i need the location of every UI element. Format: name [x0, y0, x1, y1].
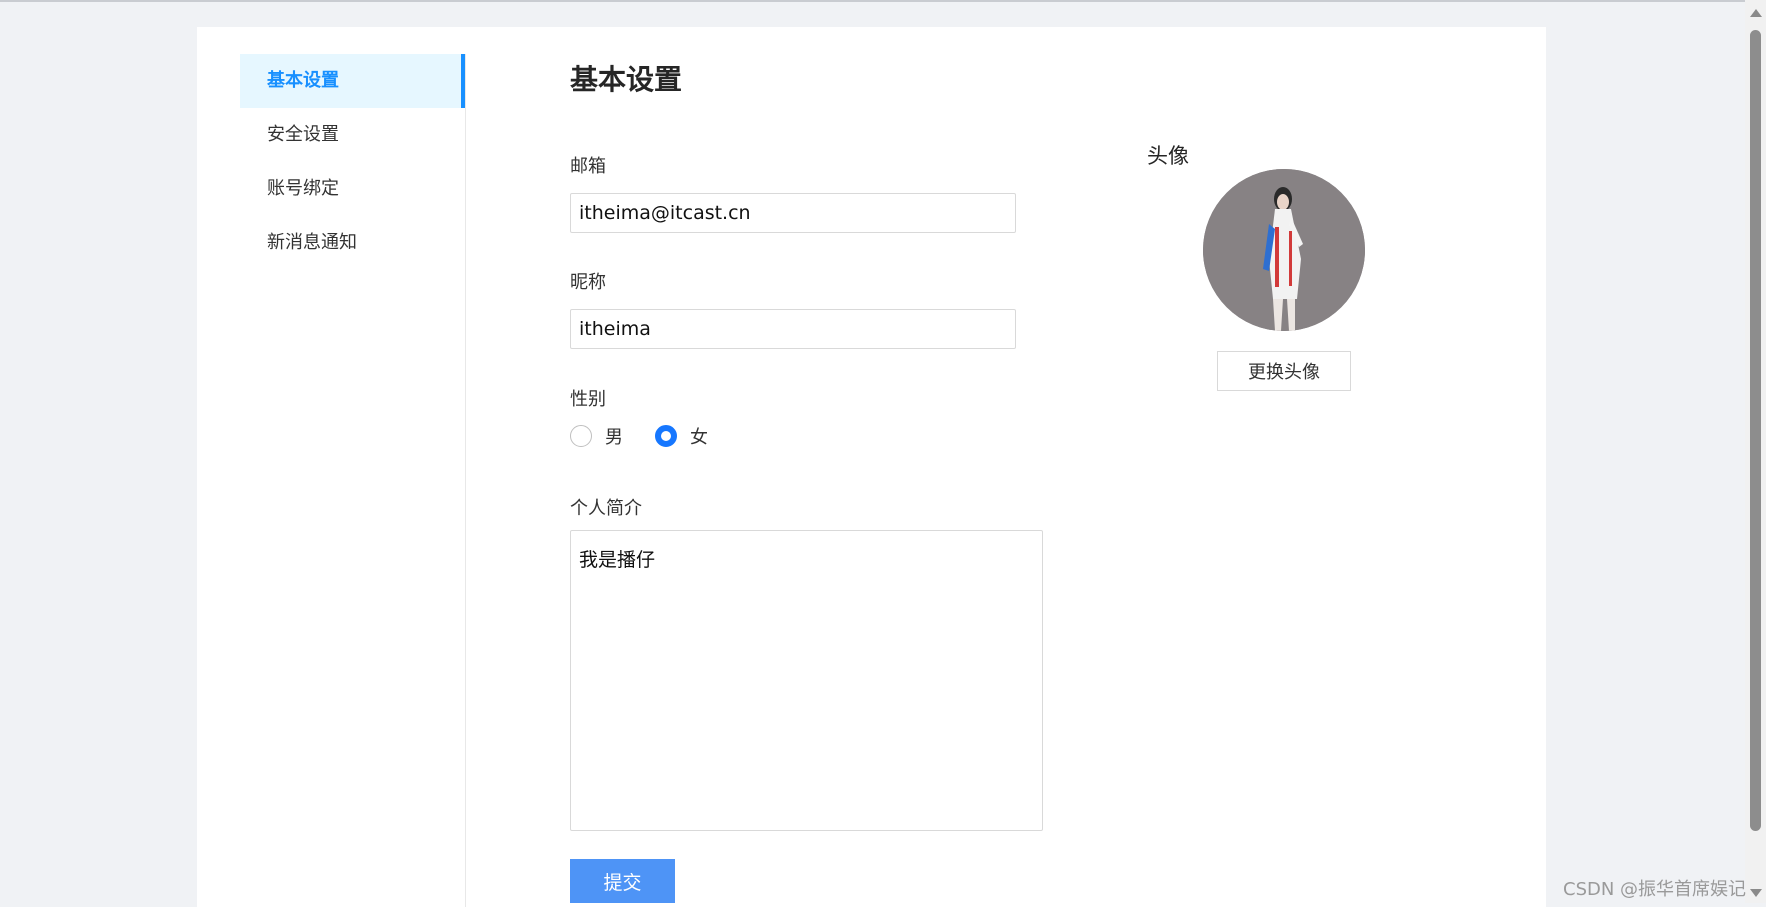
scroll-up-arrow-icon[interactable]	[1750, 9, 1762, 17]
bio-label: 个人简介	[570, 498, 642, 519]
browser-top-border	[0, 0, 1745, 2]
csdn-watermark: CSDN @振华首席娱记	[1563, 879, 1747, 900]
sidebar-item-security-settings[interactable]: 安全设置	[240, 108, 465, 162]
settings-card: 基本设置 安全设置 账号绑定 新消息通知 基本设置 邮箱 昵称 性别 男 女 个…	[197, 27, 1546, 907]
nickname-label: 昵称	[570, 272, 606, 293]
avatar-title: 头像	[1147, 144, 1189, 168]
change-avatar-button[interactable]: 更换头像	[1217, 351, 1351, 391]
gender-option-male[interactable]: 男	[570, 423, 623, 449]
radio-checked-icon[interactable]	[655, 425, 677, 447]
gender-option-female[interactable]: 女	[655, 423, 708, 449]
email-label: 邮箱	[570, 156, 606, 177]
gender-option-male-label: 男	[605, 427, 623, 448]
gender-label: 性别	[570, 389, 606, 410]
avatar-image	[1203, 169, 1365, 331]
avatar-person-illustration	[1203, 169, 1365, 331]
email-input[interactable]	[570, 193, 1016, 233]
gender-option-female-label: 女	[690, 427, 708, 448]
bio-textarea[interactable]: 我是播仔	[570, 530, 1043, 831]
settings-sidebar: 基本设置 安全设置 账号绑定 新消息通知	[240, 54, 466, 907]
radio-unchecked-icon[interactable]	[570, 425, 592, 447]
scrollbar-thumb[interactable]	[1750, 30, 1761, 831]
sidebar-item-message-notifications[interactable]: 新消息通知	[240, 216, 465, 270]
page-title: 基本设置	[570, 63, 683, 96]
sidebar-item-basic-settings[interactable]: 基本设置	[240, 54, 465, 108]
gender-radio-group: 男 女	[570, 423, 740, 449]
nickname-input[interactable]	[570, 309, 1016, 349]
page-scrollbar[interactable]	[1745, 0, 1766, 903]
scroll-down-arrow-icon[interactable]	[1750, 889, 1762, 897]
sidebar-item-account-binding[interactable]: 账号绑定	[240, 162, 465, 216]
submit-button[interactable]: 提交	[570, 859, 675, 903]
